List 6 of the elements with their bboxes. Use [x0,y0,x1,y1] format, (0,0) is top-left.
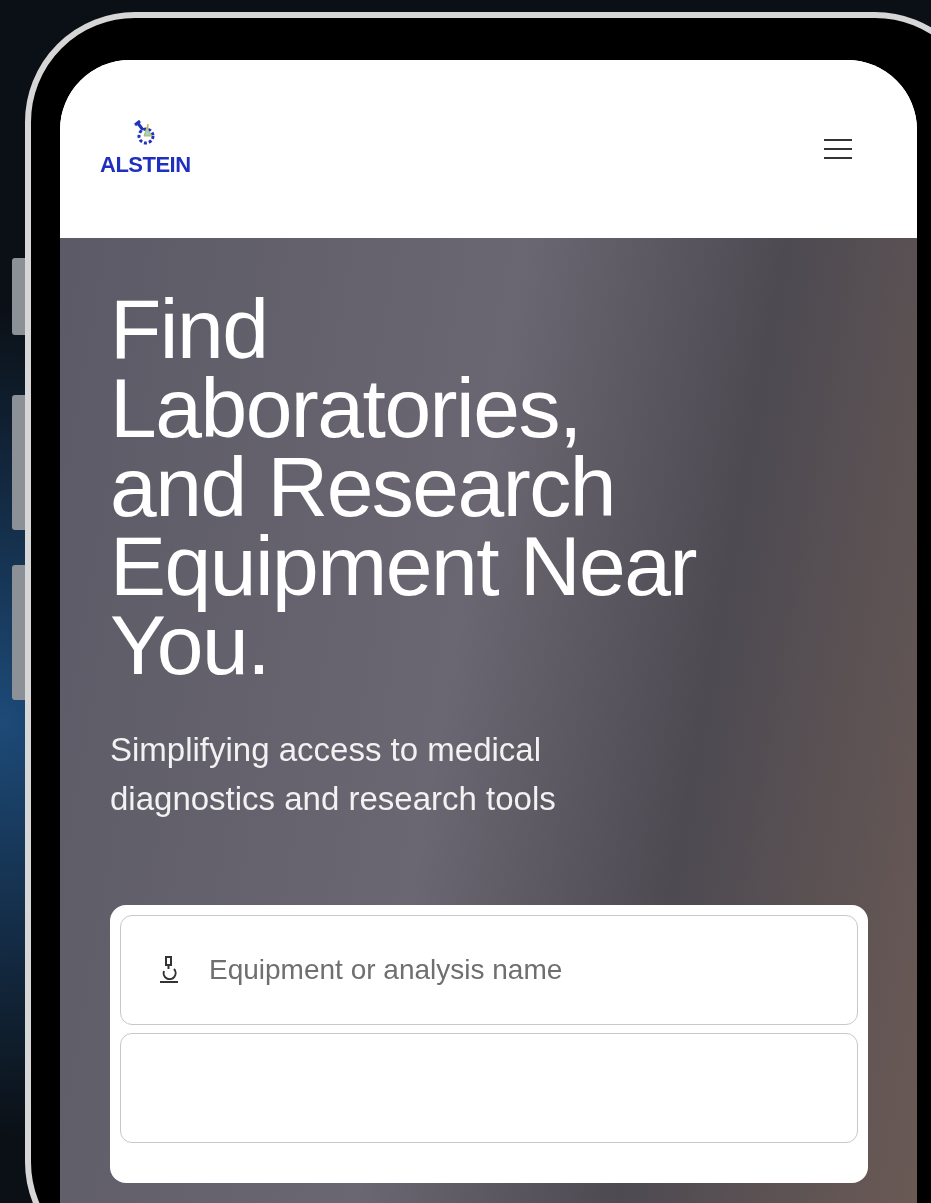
search-field[interactable]: Equipment or analysis name [120,915,858,1025]
hero-title: Find Laboratories, and Research Equipment Near You. [110,290,697,685]
menu-icon [823,138,853,160]
search-field[interactable] [120,1033,858,1143]
hero-subtitle: Simplifying access to medical diagnostics and research tools [110,730,557,819]
logo-wordmark: ALSTEIN [100,152,191,178]
